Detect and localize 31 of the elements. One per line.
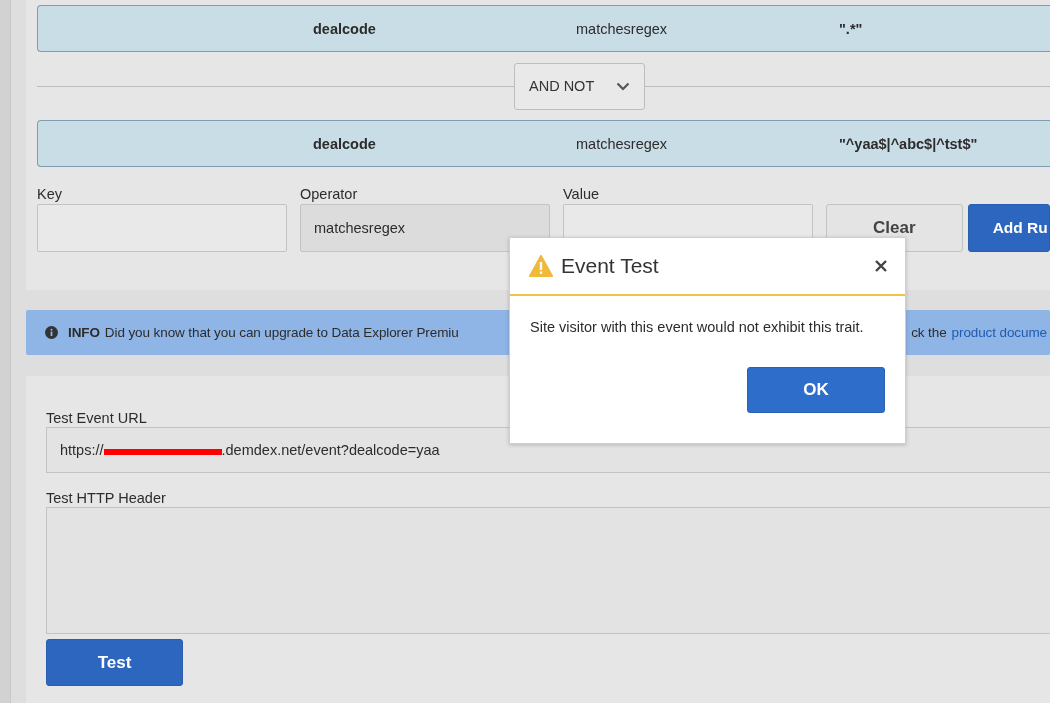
close-icon[interactable] <box>875 260 887 272</box>
warning-icon <box>529 255 553 277</box>
dialog-message: Site visitor with this event would not exhibit this trait. <box>530 319 865 335</box>
chevron-icon <box>616 81 631 91</box>
rule-card[interactable]: dealcode matchesregex ".*" <box>37 5 1050 52</box>
input-field[interactable] <box>37 204 287 252</box>
rule-value: ".*" <box>839 20 864 37</box>
operator-select[interactable]: matchesregex <box>300 204 550 252</box>
add-rule-button[interactable]: Add Ru <box>967 204 1050 252</box>
rule-value: "^yaa$|^abc$|^tst$" <box>839 135 979 152</box>
field-label: Test HTTP Header <box>46 490 166 506</box>
field-label: Test Event URL <box>46 410 147 426</box>
rule-key: dealcode <box>313 20 576 37</box>
field-label: Key <box>37 186 63 202</box>
dialog-title: Event Test <box>561 254 660 278</box>
conjunction-select[interactable]: AND NOT <box>514 62 646 110</box>
info-tag: INFO <box>68 325 100 340</box>
rule-operator: matchesregex <box>576 135 669 152</box>
field-label: Operator <box>300 186 359 202</box>
header-field[interactable] <box>46 507 1050 634</box>
rule-card[interactable]: dealcode matchesregex "^yaa$|^abc$|^tst$" <box>37 120 1050 167</box>
ok-button[interactable]: OK <box>747 367 885 413</box>
info-text: ck the <box>911 325 947 340</box>
url-text: https:// <box>60 442 104 458</box>
test-button[interactable]: Test <box>46 639 183 686</box>
info-icon <box>45 326 58 339</box>
url-text: .demdex.net/event?dealcode=yaa <box>221 442 440 458</box>
rule-operator: matchesregex <box>576 20 669 37</box>
field-label: Value <box>563 186 600 202</box>
rule-key: dealcode <box>313 135 576 152</box>
info-text: Did you know that you can upgrade to Data Explorer Premiu <box>104 325 459 340</box>
